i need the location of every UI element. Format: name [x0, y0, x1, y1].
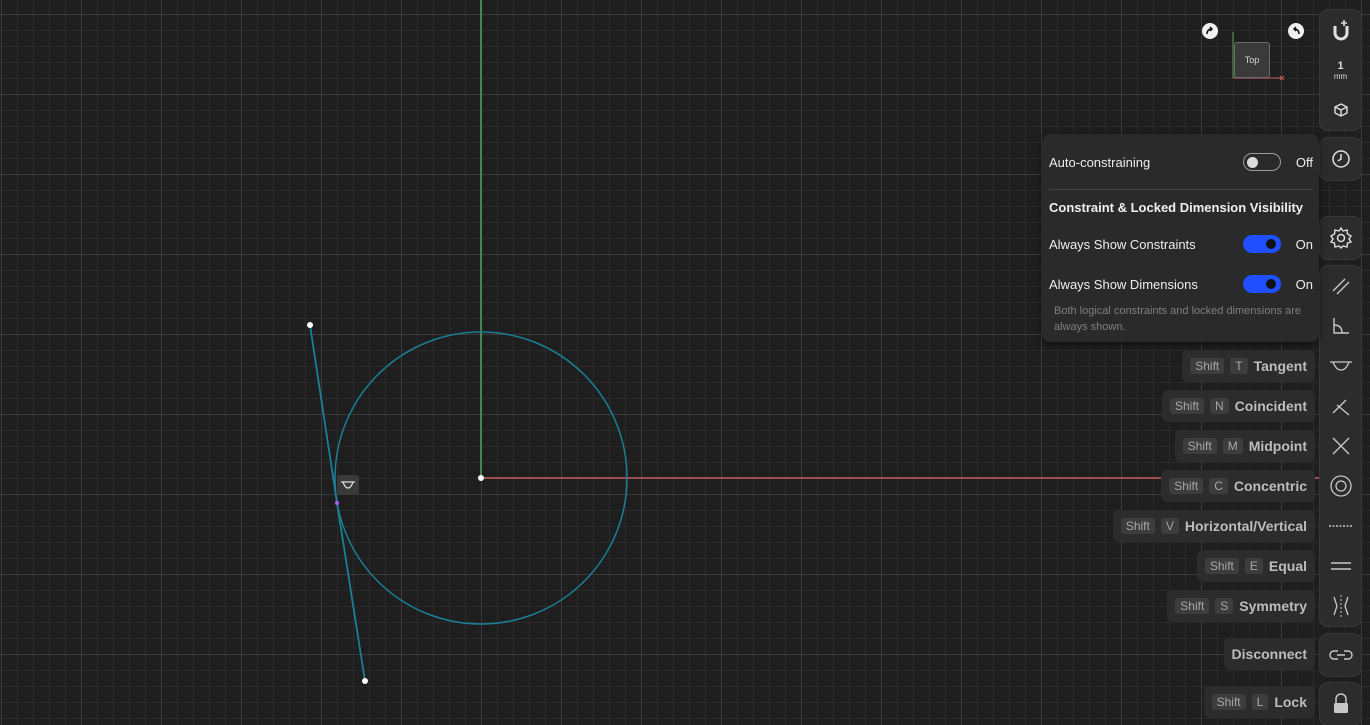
tangent-line-lower[interactable] [336, 502, 366, 682]
symmetry-tool-button[interactable] [1320, 586, 1361, 626]
rotate-right-button[interactable] [1288, 23, 1304, 39]
disconnect-icon [1328, 650, 1353, 660]
midpoint-icon [1332, 437, 1349, 455]
hint-label: Midpoint [1248, 438, 1307, 454]
view-cube-face-label: Top [1244, 55, 1260, 65]
lock-tool-button[interactable] [1320, 684, 1361, 724]
hint-modifier-key: Shift [1169, 398, 1204, 414]
midpoint-tool-button[interactable] [1320, 426, 1361, 466]
tangent-line-upper[interactable] [309, 324, 338, 504]
lock-icon [1333, 693, 1348, 713]
line-endpoint-bottom[interactable] [362, 678, 368, 684]
hint-label: Equal [1268, 558, 1307, 574]
tangent-point[interactable] [335, 501, 339, 505]
parallel-icon [1332, 278, 1349, 295]
hint-key: M [1222, 438, 1243, 454]
symmetry-icon [1332, 595, 1349, 617]
hint-horizontal-vertical[interactable]: Shift V Horizontal/Vertical [1112, 510, 1315, 542]
popup-divider [1049, 189, 1313, 190]
visibility-note: Both logical constraints and locked dime… [1054, 305, 1302, 333]
horizontal-vertical-icon [1328, 525, 1353, 527]
rotate-left-button[interactable] [1202, 23, 1218, 39]
snap-toggle-button[interactable] [1320, 10, 1361, 50]
hint-modifier-key: Shift [1169, 478, 1204, 494]
hint-modifier-key: Shift [1175, 598, 1210, 614]
auto-constraining-label: Auto-constraining [1049, 154, 1151, 170]
history-icon [1331, 150, 1350, 168]
hint-modifier-key: Shift [1120, 518, 1155, 534]
constraint-settings-button[interactable] [1320, 218, 1361, 258]
hint-label: Coincident [1234, 398, 1307, 414]
always-show-dimensions-row: Always Show Dimensions On [1049, 272, 1313, 296]
hint-modifier-key: Shift [1190, 358, 1225, 374]
horizontal-vertical-tool-button[interactable] [1320, 506, 1361, 546]
hint-label: Disconnect [1231, 646, 1307, 662]
always-show-constraints-row: Always Show Constraints On [1049, 232, 1313, 256]
magnet-icon [1333, 20, 1348, 41]
view-cube[interactable]: Top [1234, 42, 1270, 78]
gear-icon [1329, 226, 1352, 249]
hint-tangent[interactable]: Shift T Tangent [1182, 350, 1315, 382]
hint-label: Concentric [1233, 478, 1307, 494]
concentric-tool-button[interactable] [1320, 466, 1361, 506]
grid-unit-suffix: mm [1333, 71, 1348, 81]
hint-modifier-key: Shift [1182, 438, 1217, 454]
view-cube-icon [1333, 103, 1348, 117]
hint-key: L [1251, 694, 1269, 710]
auto-constraining-row: Auto-constraining Off [1049, 150, 1313, 174]
perpendicular-icon [1332, 318, 1349, 334]
hint-label: Tangent [1253, 358, 1307, 374]
always-show-dimensions-label: Always Show Dimensions [1049, 276, 1198, 292]
hint-modifier-key: Shift [1211, 694, 1246, 710]
hint-key: E [1244, 558, 1263, 574]
hint-midpoint[interactable]: Shift M Midpoint [1174, 430, 1315, 462]
hint-label: Symmetry [1239, 598, 1307, 614]
auto-constraining-state: Off [1295, 154, 1313, 170]
always-show-constraints-label: Always Show Constraints [1049, 236, 1196, 252]
tangent-constraint-badge[interactable] [337, 475, 359, 495]
constraint-settings-popup: Auto-constraining Off Constraint & Locke… [1042, 134, 1319, 342]
rotate-left-icon [1206, 26, 1214, 35]
hint-label: Horizontal/Vertical [1184, 518, 1307, 534]
hint-key: S [1215, 598, 1234, 614]
hint-concentric[interactable]: Shift C Concentric [1161, 470, 1315, 502]
tangent-icon [341, 481, 355, 489]
hint-coincident[interactable]: Shift N Coincident [1161, 390, 1315, 422]
grid-unit-value: 1 [1337, 59, 1344, 72]
auto-constraining-toggle[interactable] [1243, 153, 1281, 171]
circle-center-point[interactable] [478, 475, 484, 481]
hint-key: T [1230, 358, 1248, 374]
always-show-dimensions-state: On [1295, 276, 1313, 292]
perpendicular-tool-button[interactable] [1320, 306, 1361, 346]
view-orientation-button[interactable] [1320, 90, 1361, 130]
tangent-tool-button[interactable] [1320, 346, 1361, 386]
rotate-right-icon [1292, 26, 1300, 35]
hint-key: V [1160, 518, 1179, 534]
disconnect-tool-button[interactable] [1320, 635, 1361, 675]
grid-unit-button[interactable]: 1 mm [1320, 50, 1361, 90]
concentric-icon [1329, 475, 1352, 497]
history-button[interactable] [1320, 139, 1361, 179]
hint-disconnect[interactable]: Disconnect [1223, 638, 1315, 670]
visibility-section-title: Constraint & Locked Dimension Visibility [1049, 200, 1304, 215]
tangent-icon [1329, 361, 1352, 371]
equal-tool-button[interactable] [1320, 546, 1361, 586]
equal-icon [1330, 562, 1351, 570]
always-show-dimensions-toggle[interactable] [1243, 275, 1281, 293]
line-endpoint-top[interactable] [307, 322, 313, 328]
hint-lock[interactable]: Shift L Lock [1203, 686, 1315, 718]
sketch-canvas[interactable] [0, 0, 1370, 710]
coincident-icon [1332, 399, 1349, 416]
parallel-tool-button[interactable] [1320, 266, 1361, 306]
hint-key: N [1209, 398, 1229, 414]
hint-equal[interactable]: Shift E Equal [1196, 550, 1315, 582]
always-show-constraints-toggle[interactable] [1243, 235, 1281, 253]
coincident-tool-button[interactable] [1320, 386, 1361, 426]
hint-symmetry[interactable]: Shift S Symmetry [1167, 590, 1315, 622]
always-show-constraints-state: On [1295, 236, 1313, 252]
hint-label: Lock [1274, 694, 1307, 710]
hint-key: C [1209, 478, 1228, 494]
hint-modifier-key: Shift [1204, 558, 1239, 574]
